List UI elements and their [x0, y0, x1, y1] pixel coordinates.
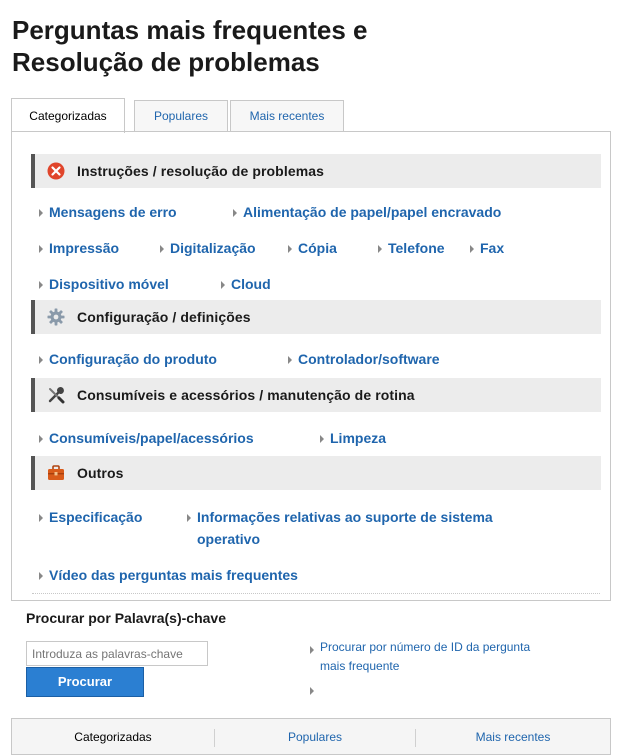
tab-categorizadas[interactable]: Categorizadas — [11, 98, 125, 133]
bullet-arrow-icon — [310, 687, 314, 695]
error-x-icon — [47, 162, 65, 180]
link-mensagens-de-erro[interactable]: Mensagens de erro — [49, 204, 177, 220]
bullet-arrow-icon — [288, 245, 292, 253]
bullet-arrow-icon — [310, 646, 314, 654]
section-header-consumiveis: Consumíveis e acessórios / manutenção de… — [31, 378, 601, 412]
link-search-by-faq-id-line-1: Procurar por número de ID da pergunta — [320, 640, 531, 654]
divider — [32, 593, 600, 594]
bullet-arrow-icon — [378, 245, 382, 253]
section-header-configuracao: Configuração / definições — [31, 300, 601, 334]
bottom-tab-populares[interactable]: Populares — [215, 719, 415, 755]
bullet-arrow-icon — [39, 435, 43, 443]
link-configuracao-produto[interactable]: Configuração do produto — [49, 351, 217, 367]
section-header-outros: Outros — [31, 456, 601, 490]
link-impressao[interactable]: Impressão — [49, 240, 119, 256]
link-suporte-sistema-operativo[interactable]: Informações relativas ao suporte de sist… — [197, 509, 493, 525]
link-search-by-faq-id-line-2: mais frequente — [320, 659, 400, 673]
link-alimentacao-papel[interactable]: Alimentação de papel/papel encravado — [243, 204, 501, 220]
bullet-arrow-icon — [470, 245, 474, 253]
link-especificacao[interactable]: Especificação — [49, 509, 142, 525]
bullet-arrow-icon — [233, 209, 237, 217]
search-button[interactable]: Procurar — [26, 667, 144, 697]
bottom-tab-categorizadas[interactable]: Categorizadas — [12, 719, 214, 755]
link-suporte-sistema-operativo-cont[interactable]: operativo — [197, 531, 260, 547]
bullet-arrow-icon — [39, 572, 43, 580]
section-title: Instruções / resolução de problemas — [77, 163, 325, 179]
bottom-tab-mais-recentes[interactable]: Mais recentes — [416, 719, 610, 755]
tab-mais-recentes[interactable]: Mais recentes — [230, 100, 344, 132]
link-telefone[interactable]: Telefone — [388, 240, 445, 256]
link-copia[interactable]: Cópia — [298, 240, 337, 256]
categories-panel: Instruções / resolução de problemas Mens… — [11, 131, 611, 601]
bullet-arrow-icon — [39, 209, 43, 217]
bullet-arrow-icon — [39, 245, 43, 253]
tools-icon — [48, 387, 65, 404]
page-title-line-2: Resolução de problemas — [12, 47, 320, 77]
keyword-search-input[interactable] — [26, 641, 208, 666]
bullet-arrow-icon — [160, 245, 164, 253]
bullet-arrow-icon — [288, 356, 292, 364]
page-title: Perguntas mais frequentes e Resolução de… — [12, 14, 512, 78]
bullet-arrow-icon — [39, 356, 43, 364]
bottom-tab-bar: Categorizadas Populares Mais recentes — [11, 718, 611, 755]
link-search-by-faq-id[interactable]: Procurar por número de ID da pergunta ma… — [320, 638, 590, 676]
section-title: Configuração / definições — [77, 309, 251, 325]
bullet-arrow-icon — [39, 514, 43, 522]
bullet-arrow-icon — [221, 281, 225, 289]
bullet-arrow-icon — [320, 435, 324, 443]
link-fax[interactable]: Fax — [480, 240, 504, 256]
link-video-faq[interactable]: Vídeo das perguntas mais frequentes — [49, 567, 298, 583]
toolbox-icon — [48, 465, 64, 480]
section-title: Outros — [77, 465, 124, 481]
link-consumiveis-papel[interactable]: Consumíveis/papel/acessórios — [49, 430, 254, 446]
keyword-search-title: Procurar por Palavra(s)-chave — [26, 610, 226, 626]
link-dispositivo-movel[interactable]: Dispositivo móvel — [49, 276, 169, 292]
gear-icon — [47, 308, 65, 326]
page-title-line-1: Perguntas mais frequentes e — [12, 15, 368, 45]
bullet-arrow-icon — [187, 514, 191, 522]
link-cloud[interactable]: Cloud — [231, 276, 271, 292]
bullet-arrow-icon — [39, 281, 43, 289]
section-header-instrucoes: Instruções / resolução de problemas — [31, 154, 601, 188]
link-limpeza[interactable]: Limpeza — [330, 430, 386, 446]
link-digitalizacao[interactable]: Digitalização — [170, 240, 256, 256]
link-controlador-software[interactable]: Controlador/software — [298, 351, 440, 367]
section-title: Consumíveis e acessórios / manutenção de… — [77, 387, 415, 403]
tab-populares[interactable]: Populares — [134, 100, 228, 132]
